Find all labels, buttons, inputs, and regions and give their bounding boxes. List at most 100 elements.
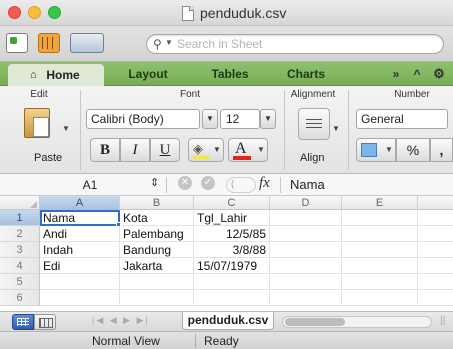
cell-f1[interactable] — [418, 210, 453, 226]
tab-home[interactable]: ⌂ Home — [8, 64, 104, 86]
cell-a2[interactable]: Andi — [40, 226, 120, 242]
cell-f4[interactable] — [418, 258, 453, 274]
cell-b6[interactable] — [120, 290, 194, 306]
cell-a4[interactable]: Edi — [40, 258, 120, 274]
minimize-window-button[interactable] — [28, 6, 41, 19]
row-header-6[interactable]: 6 — [0, 290, 40, 306]
sheet-navigation-arrows[interactable]: |◀ ◀ ▶ ▶| — [92, 315, 150, 326]
cell-b2[interactable]: Palembang — [120, 226, 194, 242]
paste-dropdown-icon[interactable]: ▼ — [62, 124, 70, 133]
column-header-b[interactable]: B — [120, 196, 194, 210]
insert-function-icon[interactable]: fx — [259, 175, 270, 192]
cell-c3[interactable]: 3/8/88 — [194, 242, 270, 258]
font-name-dropdown-icon[interactable]: ▼ — [202, 109, 218, 129]
font-size-select[interactable]: 12 — [220, 109, 260, 129]
comma-style-button[interactable]: , — [430, 138, 453, 162]
cell-e6[interactable] — [342, 290, 418, 306]
name-box-stepper-icon[interactable]: ⇕ — [150, 176, 159, 189]
tab-charts[interactable]: Charts — [272, 62, 340, 86]
cell-b1[interactable]: Kota — [120, 210, 194, 226]
more-tabs-button[interactable]: » — [386, 62, 406, 86]
open-file-icon[interactable] — [70, 33, 104, 53]
row-header-4[interactable]: 4 — [0, 258, 40, 274]
collapse-ribbon-button[interactable]: ^ — [410, 62, 424, 86]
column-header-a[interactable]: A — [40, 196, 120, 210]
align-dropdown-icon[interactable]: ▼ — [332, 124, 340, 133]
select-all-corner[interactable] — [0, 196, 40, 210]
column-header-d[interactable]: D — [270, 196, 342, 210]
paste-button-label[interactable]: Paste — [34, 152, 74, 164]
cell-e2[interactable] — [342, 226, 418, 242]
number-format-select[interactable]: General — [356, 109, 448, 129]
align-icon[interactable] — [298, 108, 330, 140]
tab-layout[interactable]: Layout — [108, 62, 188, 86]
cell-d1[interactable] — [270, 210, 342, 226]
column-header-extra[interactable] — [418, 196, 453, 210]
row-header-1[interactable]: 1 — [0, 210, 40, 226]
cell-c5[interactable] — [194, 274, 270, 290]
column-header-c[interactable]: C — [194, 196, 270, 210]
search-input[interactable] — [177, 36, 427, 52]
cell-f5[interactable] — [418, 274, 453, 290]
formula-content[interactable]: Nama — [290, 177, 325, 193]
page-layout-view-icon[interactable] — [34, 314, 56, 330]
row-header-5[interactable]: 5 — [0, 274, 40, 290]
number-format-button[interactable]: ▼ — [356, 138, 396, 162]
cell-e4[interactable] — [342, 258, 418, 274]
normal-view-icon[interactable] — [12, 314, 34, 330]
cell-a5[interactable] — [40, 274, 120, 290]
cell-f3[interactable] — [418, 242, 453, 258]
cancel-entry-icon[interactable]: ✕ — [178, 176, 192, 190]
fill-color-dropdown-icon[interactable]: ▼ — [213, 145, 221, 154]
cell-c4[interactable]: 15/07/1979 — [194, 258, 270, 274]
cell-c1[interactable]: Tgl_Lahir — [194, 210, 270, 226]
percent-style-button[interactable]: % — [396, 138, 430, 162]
search-options-icon[interactable]: ▼ — [165, 38, 173, 47]
name-box[interactable]: A1 — [40, 177, 140, 193]
underline-button[interactable]: U — [150, 138, 180, 162]
bold-button[interactable]: B — [90, 138, 120, 162]
number-format-dropdown-icon[interactable]: ▼ — [385, 145, 393, 154]
tab-tables[interactable]: Tables — [192, 62, 268, 86]
cell-b5[interactable] — [120, 274, 194, 290]
column-header-e[interactable]: E — [342, 196, 418, 210]
font-size-dropdown-icon[interactable]: ▼ — [260, 109, 276, 129]
close-window-button[interactable] — [8, 6, 21, 19]
spreadsheet-grid[interactable]: A B C D E 1 2 3 4 5 6 Nama Kota Tgl_Lahi… — [0, 196, 453, 311]
font-color-dropdown-icon[interactable]: ▼ — [257, 145, 265, 154]
cell-a3[interactable]: Indah — [40, 242, 120, 258]
horizontal-scrollbar-thumb[interactable] — [285, 318, 345, 326]
cell-e3[interactable] — [342, 242, 418, 258]
fill-color-button[interactable]: ◈ ▼ — [188, 138, 224, 162]
italic-button[interactable]: I — [120, 138, 150, 162]
cell-f6[interactable] — [418, 290, 453, 306]
align-button-label[interactable]: Align — [300, 152, 324, 164]
cell-b4[interactable]: Jakarta — [120, 258, 194, 274]
cell-a6[interactable] — [40, 290, 120, 306]
font-name-select[interactable]: Calibri (Body) — [86, 109, 200, 129]
cell-d4[interactable] — [270, 258, 342, 274]
cell-b3[interactable]: Bandung — [120, 242, 194, 258]
cell-a1[interactable]: Nama — [40, 210, 120, 226]
search-box[interactable]: ⚲ ▼ — [146, 34, 444, 54]
paste-icon[interactable] — [24, 108, 50, 138]
cell-d3[interactable] — [270, 242, 342, 258]
cell-c6[interactable] — [194, 290, 270, 306]
row-header-3[interactable]: 3 — [0, 242, 40, 258]
cell-f2[interactable] — [418, 226, 453, 242]
cell-d6[interactable] — [270, 290, 342, 306]
row-header-2[interactable]: 2 — [0, 226, 40, 242]
cell-e5[interactable] — [342, 274, 418, 290]
cell-c2[interactable]: 12/5/85 — [194, 226, 270, 242]
formula-builder-icon[interactable]: ( — [226, 177, 256, 193]
sheet-tab-active[interactable]: penduduk.csv — [182, 312, 274, 330]
gear-icon[interactable]: ⚙ — [430, 62, 448, 86]
templates-icon[interactable] — [38, 33, 60, 53]
font-color-button[interactable]: A ▼ — [228, 138, 268, 162]
maximize-window-button[interactable] — [48, 6, 61, 19]
cell-d5[interactable] — [270, 274, 342, 290]
confirm-entry-icon[interactable]: ✓ — [201, 176, 215, 190]
cell-d2[interactable] — [270, 226, 342, 242]
horizontal-scrollbar[interactable] — [282, 316, 432, 328]
cell-e1[interactable] — [342, 210, 418, 226]
